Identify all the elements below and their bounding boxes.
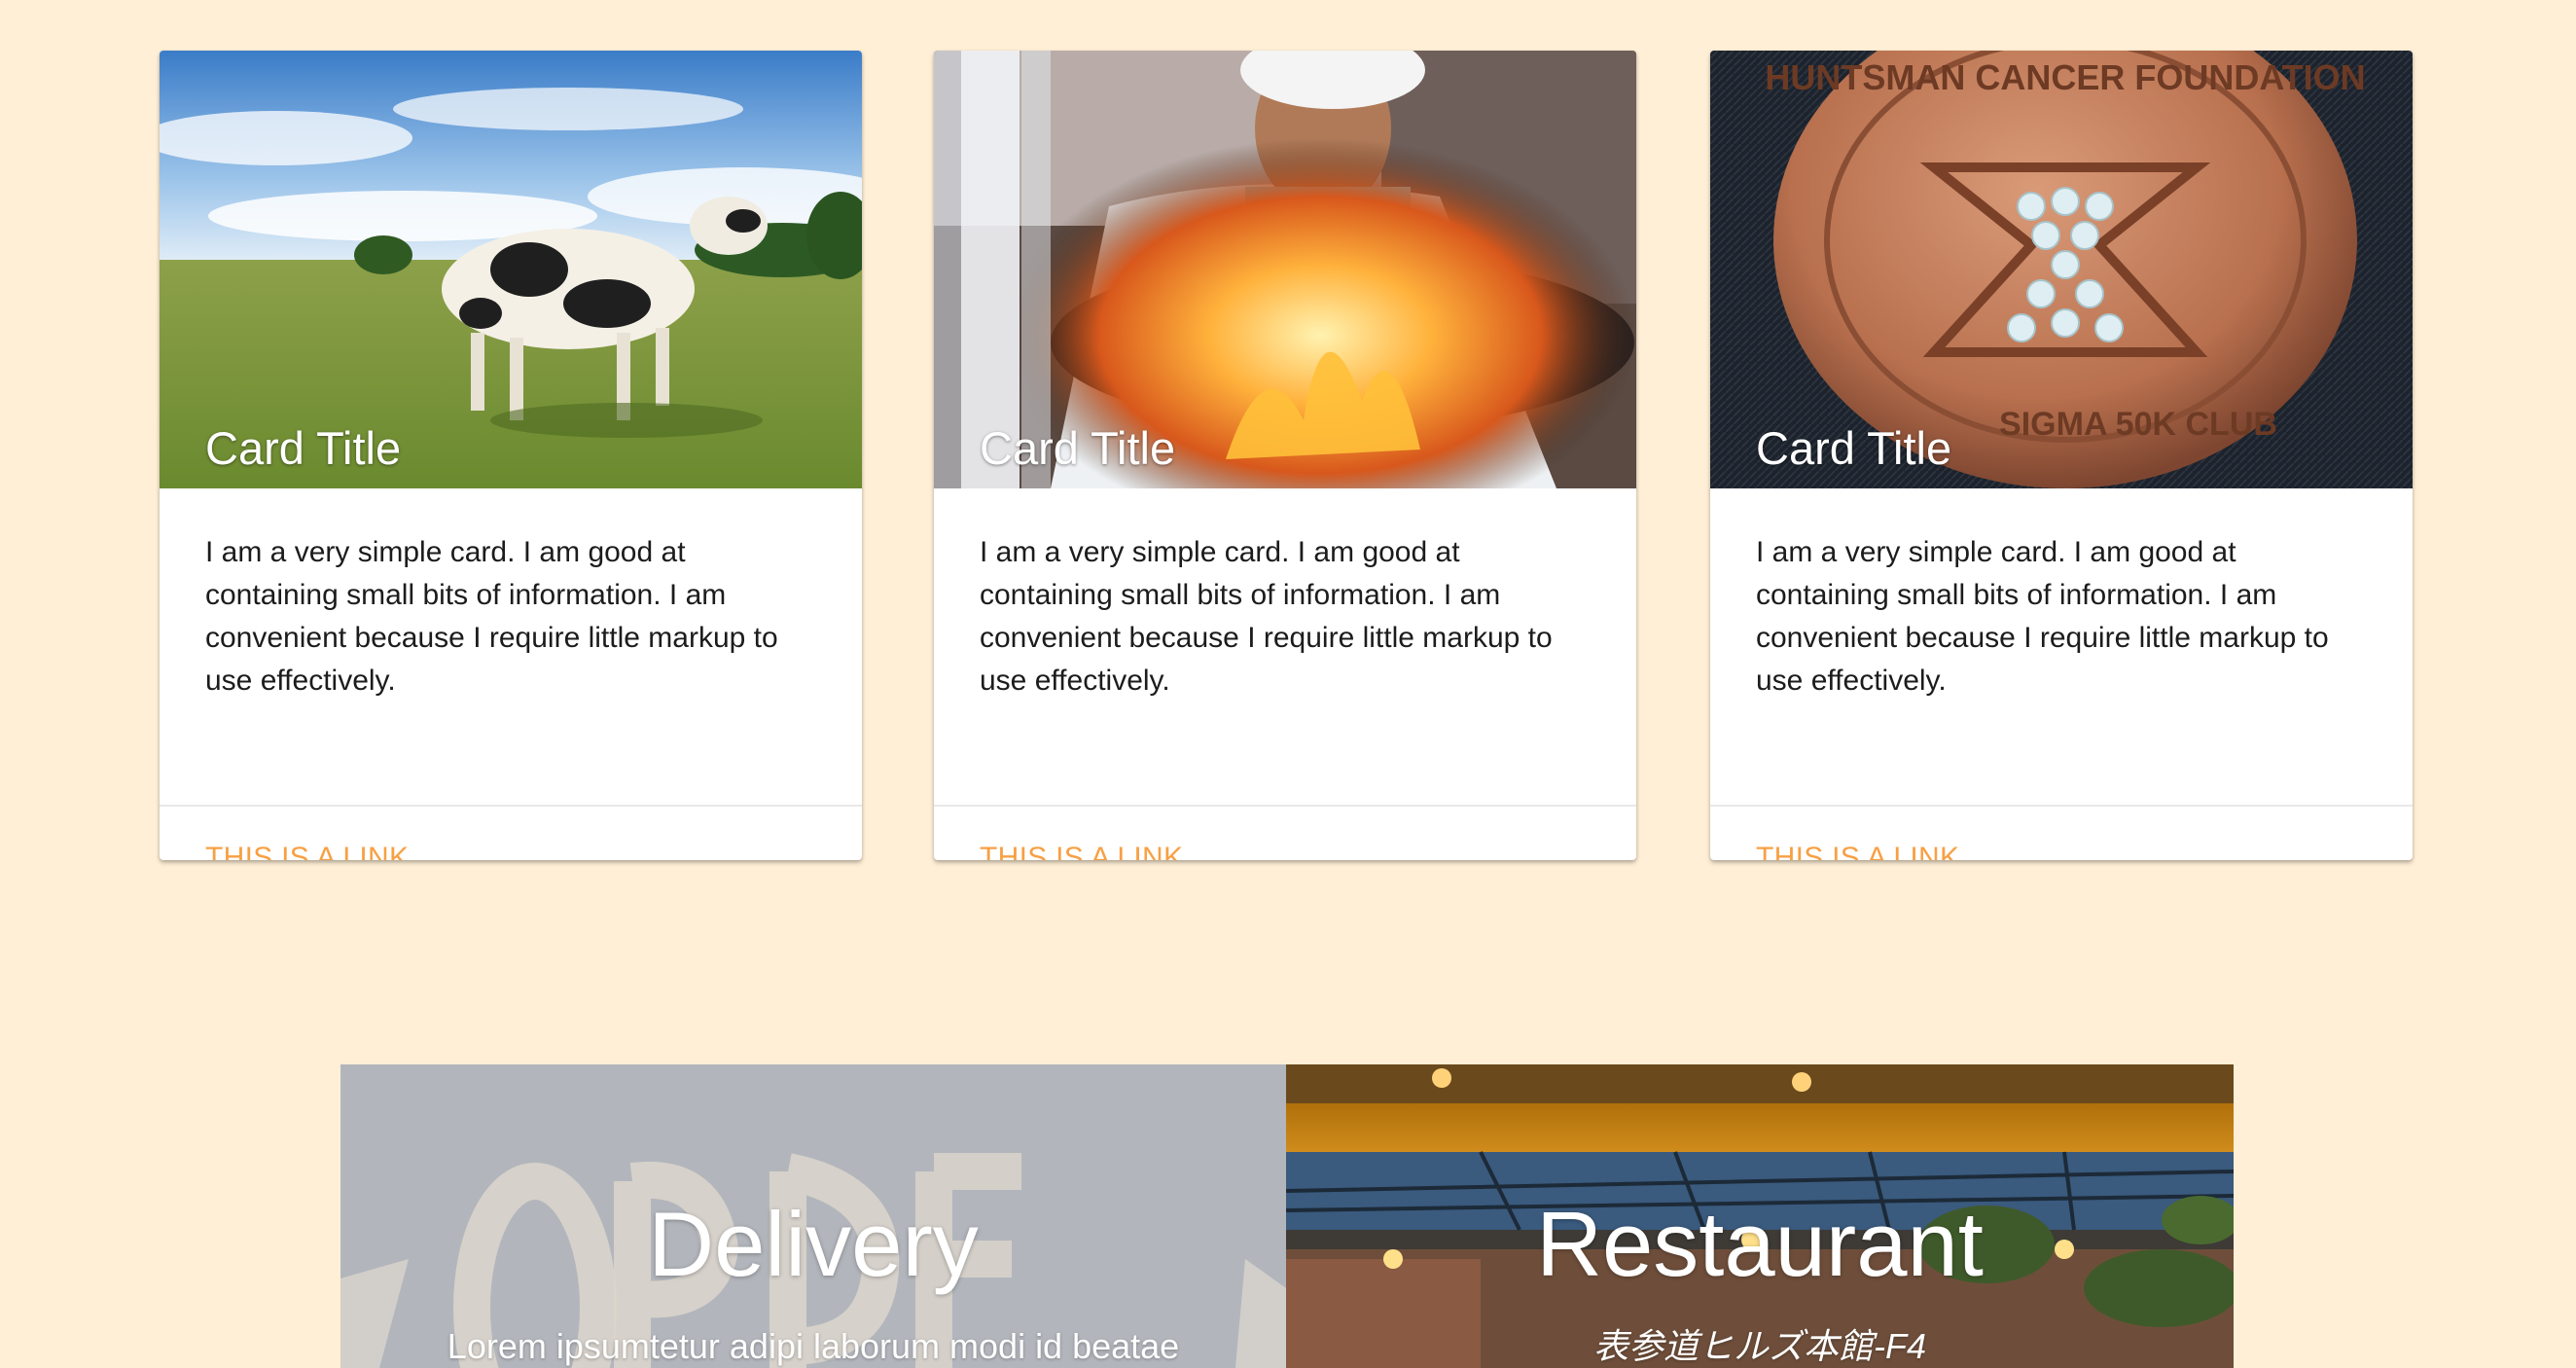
card-action: THIS IS A LINK [1710, 805, 2413, 860]
card: HUNTSMAN CANCER FOUNDATION SIGMA 50K CLU… [1710, 51, 2413, 860]
coin-bottom-text: SIGMA 50K CLUB [1999, 406, 2277, 443]
card-action: THIS IS A LINK [160, 805, 862, 860]
card-title: Card Title [205, 422, 402, 474]
delivery-subtitle: Lorem ipsumtetur adipi laborum modi id b… [447, 1326, 1180, 1366]
coin-top-text: HUNTSMAN CANCER FOUNDATION [1765, 57, 2365, 97]
card-link[interactable]: THIS IS A LINK [980, 842, 1183, 860]
card-action: THIS IS A LINK [934, 805, 1636, 860]
restaurant-subtitle: 表参道ヒルズ本館-F4 [1592, 1326, 1926, 1366]
cow-image: Card Title [160, 51, 862, 488]
card: Card Title I am a very simple card. I am… [934, 51, 1636, 860]
coin-image: HUNTSMAN CANCER FOUNDATION SIGMA 50K CLU… [1710, 51, 2413, 488]
restaurant-heading: Restaurant [1536, 1193, 1984, 1295]
chef-image: Card Title [934, 51, 1636, 488]
card-link[interactable]: THIS IS A LINK [205, 842, 409, 860]
card-title: Card Title [980, 422, 1176, 474]
card-content: I am a very simple card. I am good at co… [205, 536, 778, 697]
card-content: I am a very simple card. I am good at co… [980, 536, 1553, 697]
card: Card Title I am a very simple card. I am… [160, 51, 862, 860]
delivery-heading: Delivery [648, 1193, 979, 1295]
card-content: I am a very simple card. I am good at co… [1756, 536, 2329, 697]
card-title: Card Title [1756, 422, 1952, 474]
delivery-panel[interactable]: Delivery Lorem ipsumtetur adipi laborum … [340, 1064, 1286, 1368]
card-link[interactable]: THIS IS A LINK [1756, 842, 1959, 860]
restaurant-panel[interactable]: Restaurant 表参道ヒルズ本館-F4 [1286, 1064, 2234, 1368]
